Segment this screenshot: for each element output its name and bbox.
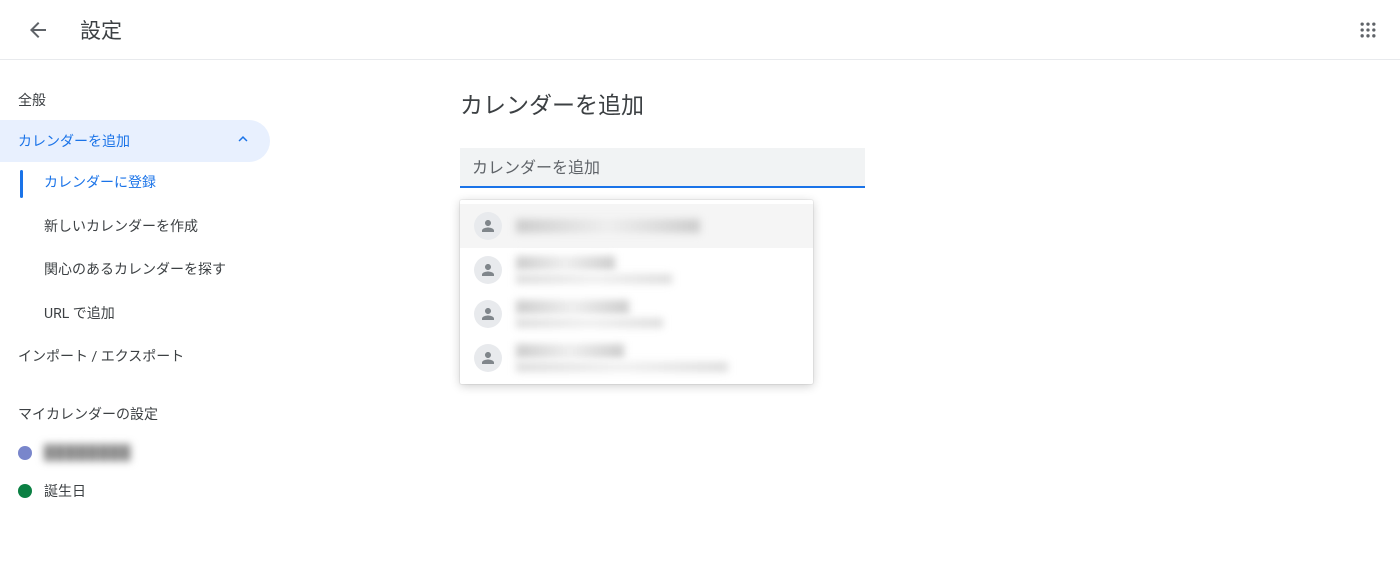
suggestion-email-redacted xyxy=(516,318,663,328)
person-icon xyxy=(479,305,497,323)
content-area: 全般 カレンダーを追加 カレンダーに登録 新しいカレンダーを作成 関心のあるカレ… xyxy=(0,60,1400,579)
suggestion-email-redacted xyxy=(516,362,728,372)
settings-sidebar: 全般 カレンダーを追加 カレンダーに登録 新しいカレンダーを作成 関心のあるカレ… xyxy=(0,60,270,579)
calendar-label: ████████ xyxy=(44,444,131,461)
header-left: 設定 xyxy=(24,15,122,45)
chevron-up-icon xyxy=(234,130,252,152)
suggestion-text xyxy=(516,300,799,328)
calendar-entry[interactable]: 誕生日 xyxy=(0,471,270,511)
apps-menu-button[interactable] xyxy=(1354,16,1382,44)
suggestion-text xyxy=(516,219,799,233)
suggestion-email-redacted xyxy=(516,274,672,284)
avatar xyxy=(474,300,502,328)
calendar-entry[interactable]: ████████ xyxy=(0,434,270,471)
sidebar-item-import-export[interactable]: インポート / エクスポート xyxy=(0,336,270,376)
sidebar-label: カレンダーに登録 xyxy=(44,175,156,191)
suggestion-name-redacted xyxy=(516,256,615,270)
page-title: 設定 xyxy=(80,15,122,45)
add-calendar-input-container xyxy=(460,148,865,188)
suggestion-item[interactable] xyxy=(460,292,813,336)
avatar xyxy=(474,212,502,240)
main-panel: カレンダーを追加 xyxy=(270,60,1400,579)
sidebar-subitem-browse-interest[interactable]: 関心のあるカレンダーを探す xyxy=(22,249,270,293)
suggestion-item[interactable] xyxy=(460,248,813,292)
sidebar-item-general[interactable]: 全般 xyxy=(0,80,270,120)
calendar-color-dot xyxy=(18,484,32,498)
back-button[interactable] xyxy=(24,16,52,44)
sidebar-label: 新しいカレンダーを作成 xyxy=(44,219,198,235)
suggestion-name-redacted xyxy=(516,300,629,314)
sidebar-subitem-create-new[interactable]: 新しいカレンダーを作成 xyxy=(22,206,270,250)
person-icon xyxy=(479,261,497,279)
suggestions-dropdown xyxy=(460,200,813,384)
my-calendars-section-title: マイカレンダーの設定 xyxy=(0,376,270,434)
calendar-color-dot xyxy=(18,446,32,460)
suggestion-name-redacted xyxy=(516,219,700,233)
avatar xyxy=(474,256,502,284)
sidebar-label: URL で追加 xyxy=(44,306,115,322)
suggestion-text xyxy=(516,344,799,372)
app-header: 設定 xyxy=(0,0,1400,60)
sidebar-label: カレンダーを追加 xyxy=(18,131,130,151)
sidebar-label: 全般 xyxy=(18,90,46,110)
sidebar-subitems: カレンダーに登録 新しいカレンダーを作成 関心のあるカレンダーを探す URL で… xyxy=(20,162,270,336)
main-title: カレンダーを追加 xyxy=(460,86,1400,120)
sidebar-label: 関心のあるカレンダーを探す xyxy=(44,262,226,278)
suggestion-name-redacted xyxy=(516,344,624,358)
calendar-label: 誕生日 xyxy=(44,481,86,501)
sidebar-item-add-calendar[interactable]: カレンダーを追加 xyxy=(0,120,270,162)
sidebar-subitem-subscribe[interactable]: カレンダーに登録 xyxy=(22,162,270,206)
avatar xyxy=(474,344,502,372)
arrow-back-icon xyxy=(26,18,50,42)
suggestion-item[interactable] xyxy=(460,336,813,380)
person-icon xyxy=(479,217,497,235)
add-calendar-input[interactable] xyxy=(460,148,865,188)
suggestion-text xyxy=(516,256,799,284)
suggestion-item[interactable] xyxy=(460,204,813,248)
sidebar-label: インポート / エクスポート xyxy=(18,346,184,366)
person-icon xyxy=(479,349,497,367)
apps-grid-icon xyxy=(1358,20,1378,40)
sidebar-subitem-add-by-url[interactable]: URL で追加 xyxy=(22,293,270,337)
